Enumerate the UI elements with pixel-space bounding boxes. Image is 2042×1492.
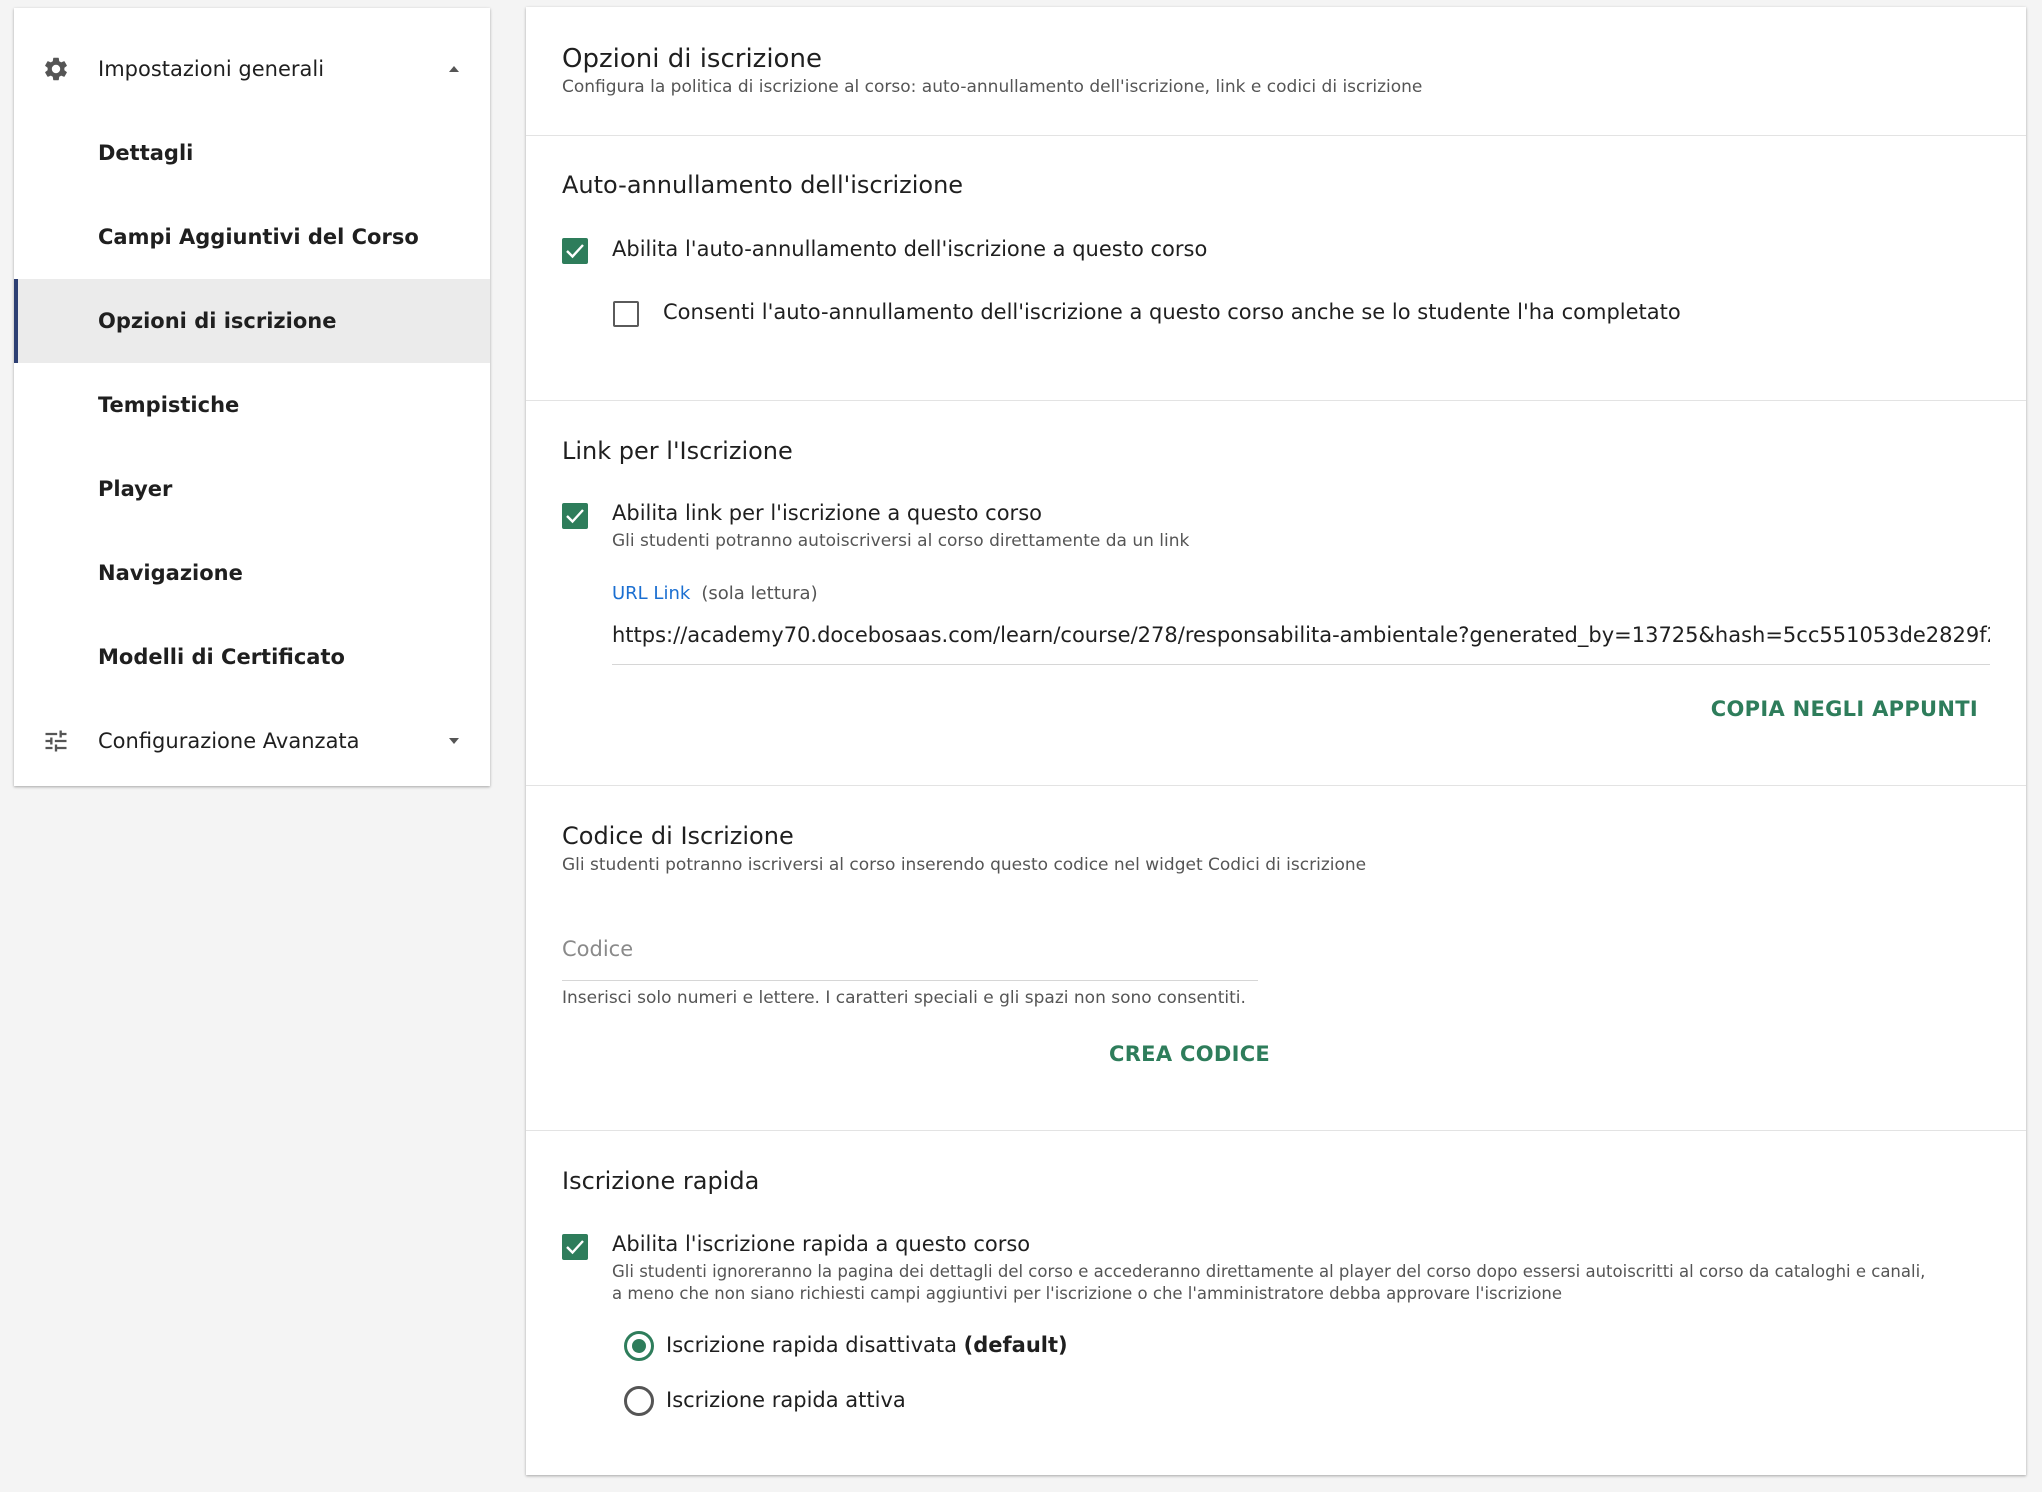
sidebar-item-label: Tempistiche (98, 393, 240, 417)
section-heading-enroll-link: Link per l'Iscrizione (562, 437, 793, 465)
url-field-label: URL Link (sola lettura) (612, 583, 818, 604)
section-heading-enroll-code: Codice di Iscrizione (562, 822, 794, 850)
code-input-hint: Inserisci solo numeri e lettere. I carat… (562, 988, 1246, 1008)
divider (526, 785, 2026, 786)
enroll-link-hint: Gli studenti potranno autoiscriversi al … (612, 531, 1190, 551)
copy-to-clipboard-button[interactable]: COPIA NEGLI APPUNTI (1711, 697, 1978, 721)
sidebar-item-modelli-certificato[interactable]: Modelli di Certificato (14, 615, 490, 699)
sidebar-item-general-settings[interactable]: Impostazioni generali (14, 27, 490, 111)
sidebar-item-label: Impostazioni generali (98, 57, 325, 81)
enroll-code-description: Gli studenti potranno iscriversi al cors… (562, 855, 1367, 875)
url-underline (612, 664, 1990, 665)
sidebar-item-label: Modelli di Certificato (98, 645, 345, 669)
fast-enroll-checkbox[interactable] (562, 1234, 588, 1260)
check-icon (566, 244, 584, 259)
fast-enroll-hint-line2: a meno che non siano richiesti campi agg… (612, 1284, 1563, 1303)
self-unenroll-label: Abilita l'auto-annullamento dell'iscrizi… (612, 237, 1208, 261)
enroll-link-checkbox[interactable] (562, 503, 588, 529)
sidebar-item-label: Navigazione (98, 561, 243, 585)
check-icon (566, 1240, 584, 1255)
sliders-icon (42, 727, 70, 755)
enroll-link-label: Abilita link per l'iscrizione a questo c… (612, 501, 1042, 525)
page-subtitle: Configura la politica di iscrizione al c… (562, 77, 1423, 97)
create-code-button[interactable]: CREA CODICE (1109, 1042, 1270, 1066)
url-label: URL Link (612, 583, 691, 604)
main-card: Opzioni di iscrizione Configura la polit… (526, 7, 2026, 1475)
sidebar-item-label: Campi Aggiuntivi del Corso (98, 225, 419, 249)
sidebar: Impostazioni generali Dettagli Campi Agg… (14, 8, 490, 786)
fast-enroll-on-radio[interactable] (624, 1386, 654, 1416)
gear-icon (42, 55, 70, 83)
sidebar-item-player[interactable]: Player (14, 447, 490, 531)
sidebar-item-label: Opzioni di iscrizione (98, 309, 337, 333)
section-heading-fast-enroll: Iscrizione rapida (562, 1167, 760, 1195)
chevron-down-icon (446, 733, 462, 749)
section-heading-self-unenroll: Auto-annullamento dell'iscrizione (562, 171, 964, 199)
sidebar-item-label: Dettagli (98, 141, 194, 165)
divider (526, 1130, 2026, 1131)
default-tag: (default) (963, 1333, 1068, 1357)
sidebar-item-label: Player (98, 477, 173, 501)
sidebar-item-dettagli[interactable]: Dettagli (14, 111, 490, 195)
fast-enroll-hint-line1: Gli studenti ignoreranno la pagina dei d… (612, 1262, 1926, 1281)
fast-enroll-off-option: Iscrizione rapida disattivata (default) (666, 1333, 1068, 1357)
sidebar-item-advanced-config[interactable]: Configurazione Avanzata (14, 699, 490, 783)
fast-enroll-off-label: Iscrizione rapida disattivata (666, 1333, 957, 1357)
code-input-placeholder: Codice (562, 937, 634, 961)
divider (526, 400, 2026, 401)
chevron-up-icon (446, 61, 462, 77)
sidebar-item-campi-aggiuntivi[interactable]: Campi Aggiuntivi del Corso (14, 195, 490, 279)
sidebar-item-navigazione[interactable]: Navigazione (14, 531, 490, 615)
check-icon (566, 509, 584, 524)
fast-enroll-on-label: Iscrizione rapida attiva (666, 1388, 906, 1412)
code-input-underline (562, 980, 1258, 981)
sidebar-item-tempistiche[interactable]: Tempistiche (14, 363, 490, 447)
fast-enroll-label: Abilita l'iscrizione rapida a questo cor… (612, 1232, 1031, 1256)
self-unenroll-checkbox[interactable] (562, 238, 588, 264)
fast-enroll-off-radio[interactable] (624, 1331, 654, 1361)
url-readonly-hint: (sola lettura) (701, 583, 818, 604)
allow-completed-label: Consenti l'auto-annullamento dell'iscriz… (663, 300, 1681, 324)
divider (526, 135, 2026, 136)
sidebar-item-label: Configurazione Avanzata (98, 729, 360, 753)
url-link-value[interactable]: https://academy70.docebosaas.com/learn/c… (612, 623, 1990, 647)
allow-completed-checkbox[interactable] (613, 301, 639, 327)
page-title: Opzioni di iscrizione (562, 44, 822, 74)
sidebar-item-opzioni-iscrizione[interactable]: Opzioni di iscrizione (14, 279, 490, 363)
